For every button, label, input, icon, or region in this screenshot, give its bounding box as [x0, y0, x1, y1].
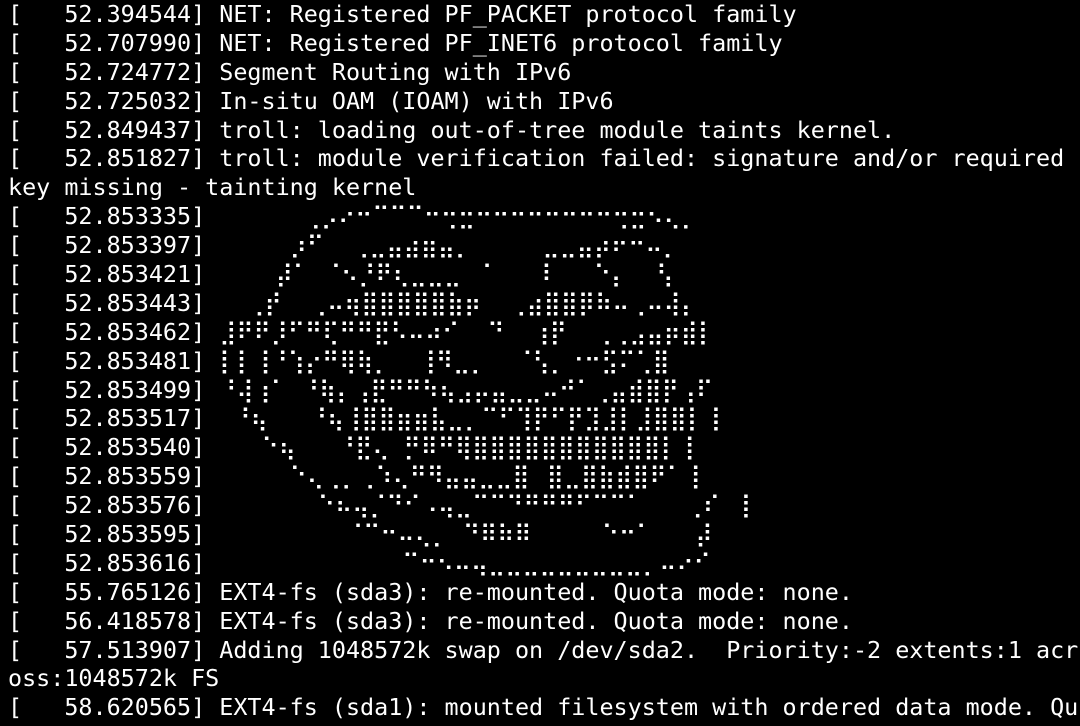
troll-ascii-art-line: [ 52.853517] ⠘⢦ ⠘⢦⢸⣿⣿⣶⣶⣧⣀⡀⠉⠋⢹⡟⠋⡟⣹⣸⡇⣸⣿⣿⡇⢸	[8, 404, 721, 433]
troll-ascii-art-line: [ 52.853499] ⠘⢼⢰⠁ ⠘⢷⡄⢠⣟⠛⠛⠳⢦⣠⡤⣤⣀⣀⠤⠚⠁⢀⣤⣾⣿⡟…	[8, 375, 714, 404]
troll-ascii-art-line: [ 52.853481] ⡇⡇⢸⠘⢱⡔⠛⢿⢷⡀ ⢸⠻⣀⡀ ⠈⢣⡀⠐⠒⣫⠍⢁⣿	[8, 346, 670, 375]
console-line: [ 52.851827] troll: module verification …	[8, 144, 1065, 173]
console-line: [ 52.849437] troll: loading out-of-tree …	[8, 115, 896, 144]
console-line: [ 52.724772] Segment Routing with IPv6	[8, 57, 572, 86]
troll-ascii-art-line: [ 52.853595] ⠈⠉⠒⠤⢄⡀ ⠙⠿⠷⠿ ⠑⠒⠁ ⡼	[8, 520, 713, 549]
troll-ascii-art-line: [ 52.853335] ⢀⡠⠔⠒⠉⠉⠉⠒⢒⣒⠒⠒⠒⠒⠒⠒⠒⠒⢒⣒⠢⢄⡀	[8, 202, 698, 231]
troll-ascii-art-line: [ 52.853559] ⠑⢄⢀⡀⢀⠱⢄⠛⠻⣤⣤⣀⣀⣿⠀⣿⣀⣿⣷⣾⣿⠟⠁⢸	[8, 462, 701, 491]
troll-ascii-art-line: [ 52.853616] ⠉⠒⠢⠤⢤⣀⣀⣀⣀⣀⣀⣀⣀⣀⡀⠤⠔⠊	[8, 548, 711, 577]
console-line: [ 52.394544] NET: Registered PF_PACKET p…	[8, 0, 797, 28]
console-line: [ 56.418578] EXT4-fs (sda3): re-mounted.…	[8, 606, 853, 635]
console-line: [ 55.765126] EXT4-fs (sda3): re-mounted.…	[8, 577, 853, 606]
troll-ascii-art-line: [ 52.853462] ⣸⠟⠟⡸⠋⠛⢏⠛⠛⣟⠣⠤⠴⠊ ⠙ ⢰⡟ ⢀⢀⣠⣤⡶⣾⡇	[8, 317, 715, 346]
console-line: [ 52.725032] In-situ OAM (IOAM) with IPv…	[8, 86, 614, 115]
troll-ascii-art-line: [ 52.853576] ⠑⠦⢤⡈⠙⠊⠠⢤⣀⠉⠉⠙⠛⠛⠛⠋⠉⠉⠁ ⢀⠎ ⢸	[8, 491, 752, 520]
terminal-console[interactable]: [ 52.394544] NET: Registered PF_PACKET p…	[0, 0, 1080, 726]
console-line: [ 58.620565] EXT4-fs (sda1): mounted fil…	[8, 693, 1079, 722]
console-line: [ 52.707990] NET: Registered PF_INET6 pr…	[8, 28, 783, 57]
console-line: oss:1048572k FS	[8, 664, 220, 693]
console-line: key missing - tainting kernel	[8, 173, 417, 202]
troll-ascii-art-line: [ 52.853443] ⢀⡞ ⢀⠤⢶⣿⣿⣿⣿⣿⣷⡶ ⢀⣴⣿⣿⡿⠷⠤⢀⠤⢼⡄	[8, 288, 698, 317]
console-line: [ 57.513907] Adding 1048572k swap on /de…	[8, 635, 1079, 664]
troll-ascii-art-line: [ 52.853540] ⠑⢦ ⠘⣟⢄ ⡛⠿⠛⢿⣿⣿⣿⣿⣿⣿⣿⣿⣿⣿⣿⡇⢸	[8, 433, 695, 462]
troll-ascii-art-line: [ 52.853397] ⡰⠋ ⢀⣀⣤⣴⣶⣤⡀ ⣀⣀⣤⡴⠖⠒⠤⡀	[8, 231, 680, 260]
troll-ascii-art-line: [ 52.853421] ⡼⠁ ⠈⠢⡘⠟⢆⣀⣀⣀ ⠈ ⠸ ⠑⡄ ⢣	[8, 260, 674, 289]
